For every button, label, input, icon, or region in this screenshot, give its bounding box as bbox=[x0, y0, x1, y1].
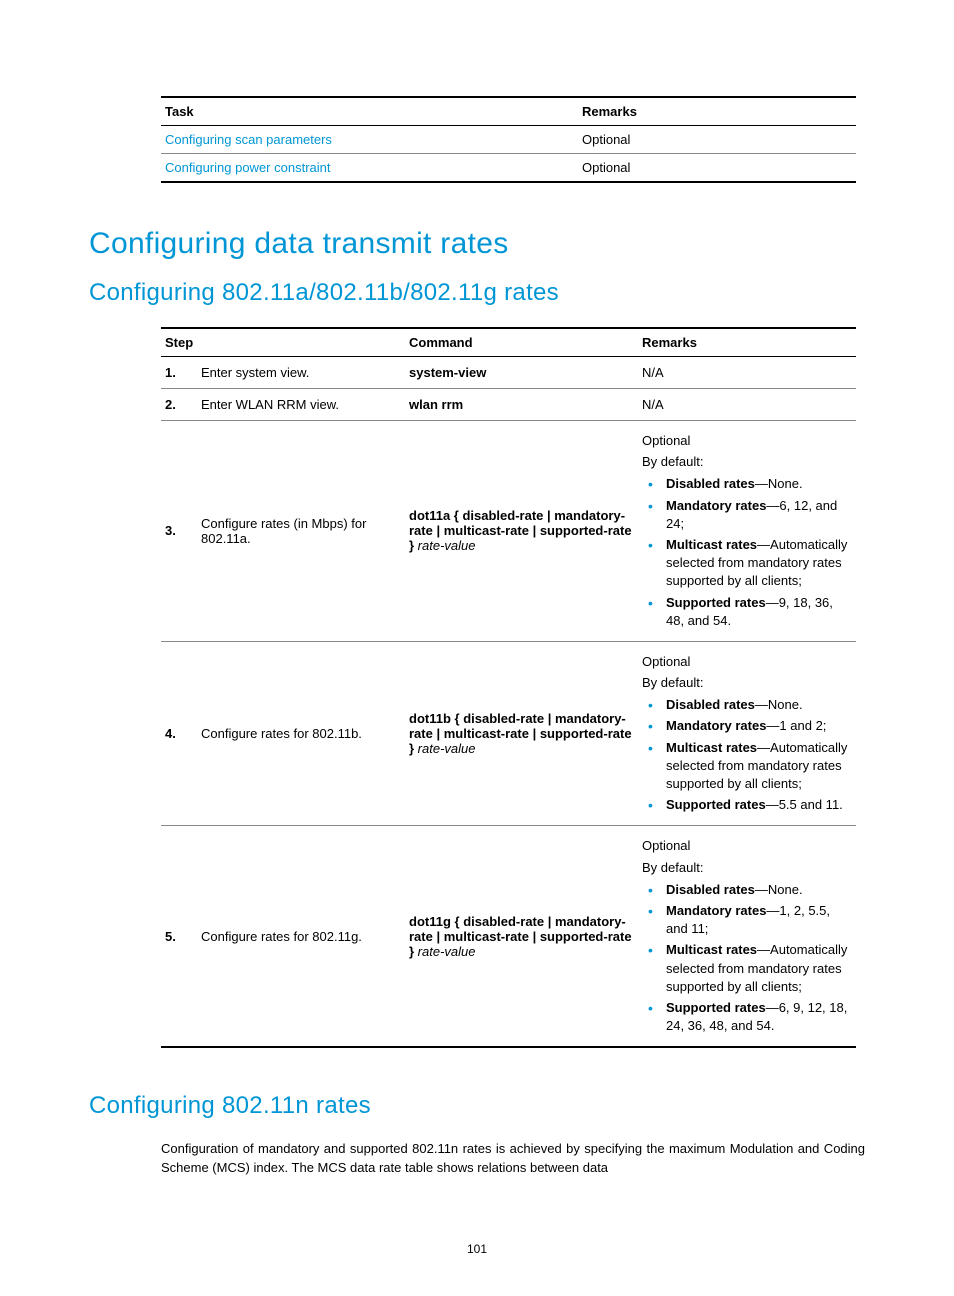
step-number: 4. bbox=[161, 641, 197, 826]
page-number: 101 bbox=[0, 1242, 954, 1256]
command-header: Command bbox=[405, 328, 638, 357]
command-cell: dot11b { disabled-rate | mandatory-rate … bbox=[405, 641, 638, 826]
remarks-header-2: Remarks bbox=[638, 328, 856, 357]
list-item: Disabled rates—None. bbox=[656, 696, 852, 714]
step-number: 5. bbox=[161, 826, 197, 1047]
step-number: 1. bbox=[161, 357, 197, 389]
command-cell: dot11g { disabled-rate | mandatory-rate … bbox=[405, 826, 638, 1047]
table-row: Configuring scan parameters Optional bbox=[161, 126, 856, 154]
table-row: 5.Configure rates for 802.11g.dot11g { d… bbox=[161, 826, 856, 1047]
list-item: Multicast rates—Automatically selected f… bbox=[656, 941, 852, 996]
table-row: 1.Enter system view.system-viewN/A bbox=[161, 357, 856, 389]
heading-configuring-data-transmit-rates: Configuring data transmit rates bbox=[89, 227, 865, 261]
task-remarks-table: Task Remarks Configuring scan parameters… bbox=[161, 96, 856, 183]
remarks-cell: OptionalBy default:Disabled rates—None.M… bbox=[638, 421, 856, 642]
task-link[interactable]: Configuring scan parameters bbox=[165, 132, 332, 147]
command-cell: wlan rrm bbox=[405, 389, 638, 421]
table-row: 2.Enter WLAN RRM view.wlan rrmN/A bbox=[161, 389, 856, 421]
list-item: Disabled rates—None. bbox=[656, 475, 852, 493]
list-item: Mandatory rates—1, 2, 5.5, and 11; bbox=[656, 902, 852, 938]
task-header: Task bbox=[161, 97, 578, 126]
task-link[interactable]: Configuring power constraint bbox=[165, 160, 330, 175]
list-item: Multicast rates—Automatically selected f… bbox=[656, 536, 852, 591]
step-header: Step bbox=[161, 328, 405, 357]
heading-configuring-80211abg-rates: Configuring 802.11a/802.11b/802.11g rate… bbox=[89, 279, 865, 307]
remarks-cell: OptionalBy default:Disabled rates—None.M… bbox=[638, 826, 856, 1047]
table-row: 3.Configure rates (in Mbps) for 802.11a.… bbox=[161, 421, 856, 642]
list-item: Supported rates—6, 9, 12, 18, 24, 36, 48… bbox=[656, 999, 852, 1035]
step-description: Configure rates for 802.11b. bbox=[197, 641, 405, 826]
step-description: Configure rates (in Mbps) for 802.11a. bbox=[197, 421, 405, 642]
step-description: Enter WLAN RRM view. bbox=[197, 389, 405, 421]
step-number: 3. bbox=[161, 421, 197, 642]
remarks-header: Remarks bbox=[578, 97, 856, 126]
step-number: 2. bbox=[161, 389, 197, 421]
step-description: Configure rates for 802.11g. bbox=[197, 826, 405, 1047]
list-item: Multicast rates—Automatically selected f… bbox=[656, 739, 852, 794]
step-description: Enter system view. bbox=[197, 357, 405, 389]
list-item: Supported rates—5.5 and 11. bbox=[656, 796, 852, 814]
command-cell: system-view bbox=[405, 357, 638, 389]
list-item: Mandatory rates—1 and 2; bbox=[656, 717, 852, 735]
command-cell: dot11a { disabled-rate | mandatory-rate … bbox=[405, 421, 638, 642]
list-item: Supported rates—9, 18, 36, 48, and 54. bbox=[656, 594, 852, 630]
remarks-cell: N/A bbox=[638, 357, 856, 389]
remark-cell: Optional bbox=[578, 154, 856, 183]
remarks-cell: OptionalBy default:Disabled rates—None.M… bbox=[638, 641, 856, 826]
table-row: 4.Configure rates for 802.11b.dot11b { d… bbox=[161, 641, 856, 826]
heading-configuring-80211n-rates: Configuring 802.11n rates bbox=[89, 1092, 865, 1120]
remarks-cell: N/A bbox=[638, 389, 856, 421]
steps-table: Step Command Remarks 1.Enter system view… bbox=[161, 327, 856, 1048]
body-paragraph: Configuration of mandatory and supported… bbox=[161, 1140, 865, 1178]
remark-cell: Optional bbox=[578, 126, 856, 154]
list-item: Disabled rates—None. bbox=[656, 881, 852, 899]
list-item: Mandatory rates—6, 12, and 24; bbox=[656, 497, 852, 533]
table-row: Configuring power constraint Optional bbox=[161, 154, 856, 183]
